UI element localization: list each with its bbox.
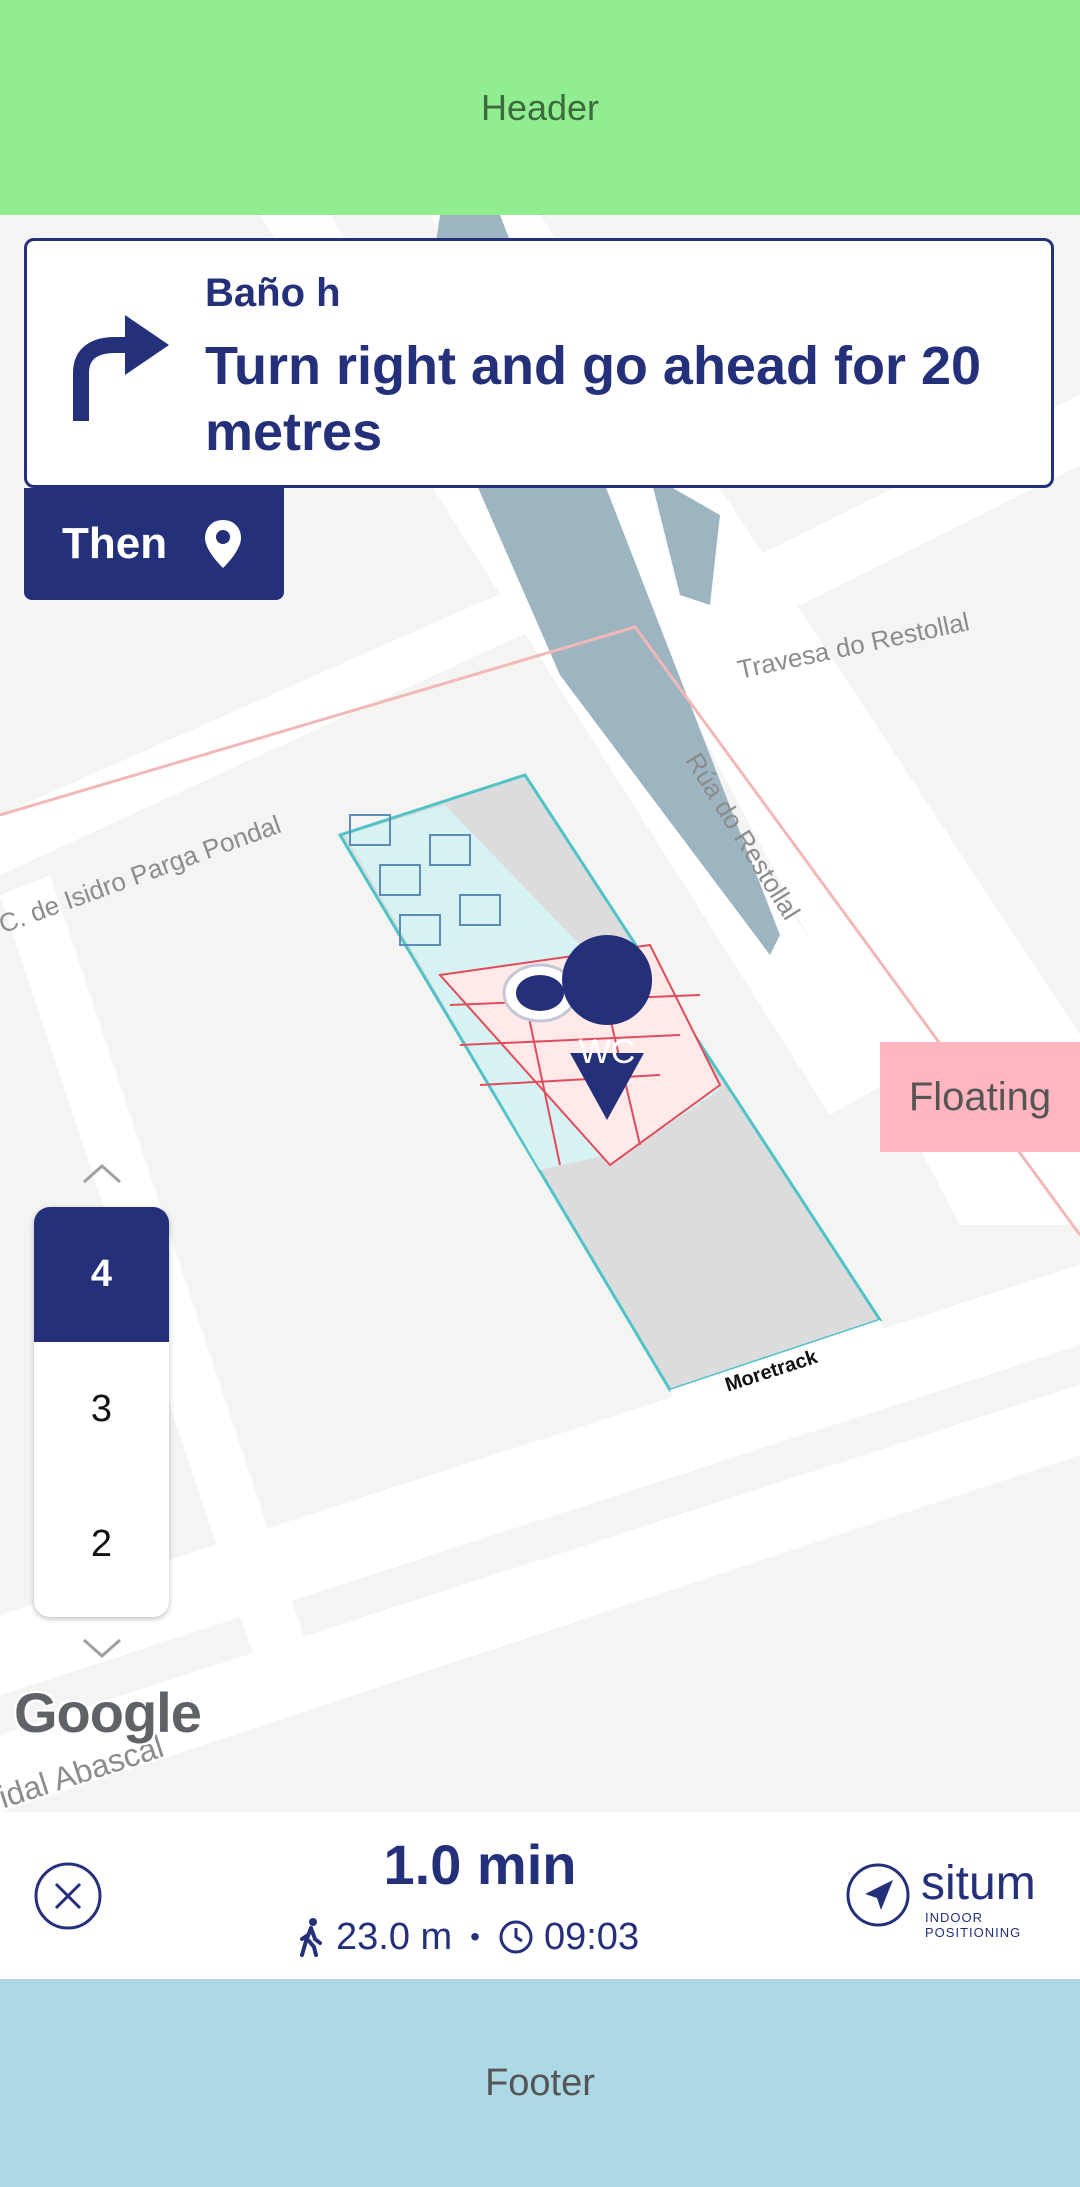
- meta-separator: •: [470, 1921, 480, 1952]
- next-instruction-label: Then: [62, 519, 168, 568]
- floor-button-2[interactable]: 2: [34, 1477, 169, 1612]
- floor-button-4[interactable]: 4: [34, 1207, 169, 1342]
- floor-button-3[interactable]: 3: [34, 1342, 169, 1477]
- floating-button[interactable]: Floating: [880, 1042, 1080, 1152]
- instruction-text: Turn right and go ahead for 20 metres: [205, 336, 982, 462]
- close-navigation-button[interactable]: [34, 1862, 102, 1930]
- chevron-up-icon[interactable]: [80, 1160, 124, 1186]
- route-meta: 23.0 m • 09:03: [296, 1912, 639, 1962]
- location-pin-icon: [205, 520, 242, 568]
- route-distance: 23.0 m: [336, 1915, 453, 1958]
- arrival-time: 09:03: [543, 1915, 640, 1958]
- header-label: Header: [480, 86, 600, 128]
- destination-name: Baño h: [205, 271, 341, 315]
- next-instruction-button[interactable]: Then: [24, 488, 284, 600]
- clock-icon: [499, 1920, 533, 1954]
- situm-logo: situm INDOOR POSITIONING: [845, 1857, 1065, 1940]
- brand-tagline: INDOOR POSITIONING: [925, 1910, 1022, 1940]
- wc-marker-label: WC: [579, 1033, 636, 1071]
- wc-marker[interactable]: WC: [562, 1027, 652, 1077]
- footer-label: Footer: [485, 2061, 595, 2104]
- floating-label: Floating: [908, 1074, 1052, 1119]
- walking-icon: [300, 1918, 322, 1957]
- floor-selector: 4 3 2: [34, 1207, 169, 1617]
- turn-right-icon: [73, 315, 169, 421]
- chevron-down-icon[interactable]: [80, 1636, 124, 1662]
- brand-name: situm: [921, 1857, 1036, 1910]
- eta-time: 1.0 min: [383, 1833, 577, 1896]
- route-summary-bar: 1.0 min 23.0 m • 09:03 situm INDOOR POSI…: [0, 1812, 1080, 1979]
- navigation-arrow-icon: [846, 1863, 910, 1927]
- google-attribution: Google: [14, 1681, 202, 1744]
- footer: Footer: [0, 1979, 1080, 2187]
- header: Header: [0, 0, 1080, 215]
- instruction-card: Baño h Turn right and go ahead for 20 me…: [24, 238, 1054, 488]
